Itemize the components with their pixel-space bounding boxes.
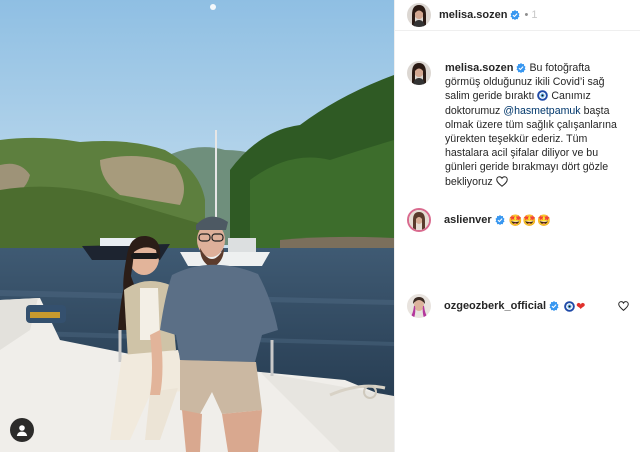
comment-body: aslienver 🤩🤩🤩 (444, 214, 551, 227)
comment-text: ❤ (576, 300, 586, 313)
post-side-panel: melisa.sozen • 1 melisa.sozen Bu fotoğra… (394, 0, 640, 452)
caption-username[interactable]: melisa.sozen (445, 62, 513, 74)
comment-item: ozgeozberk_official ❤ (407, 294, 629, 318)
commenter-username[interactable]: ozgeozberk_official (444, 300, 546, 312)
user-tag-icon[interactable] (10, 418, 34, 442)
heart-outline-icon (495, 175, 508, 187)
follow-button[interactable]: 1 (531, 9, 537, 21)
caption-part-3: başta olmak üzere tüm sağlık çalışanları… (445, 104, 617, 188)
caption-mention-link[interactable]: @hasmetpamuk (503, 105, 580, 117)
post-photo[interactable] (0, 0, 394, 452)
verified-badge-icon (510, 10, 520, 20)
photo-scene (0, 0, 394, 452)
caption-text: melisa.sozen Bu fotoğrafta görmüş olduğu… (445, 61, 628, 189)
verified-badge-icon (495, 215, 505, 225)
like-comment-heart-icon[interactable] (618, 301, 629, 311)
comment-list: melisa.sozen Bu fotoğrafta görmüş olduğu… (395, 61, 640, 318)
author-username[interactable]: melisa.sozen (439, 9, 507, 21)
post-caption: melisa.sozen Bu fotoğrafta görmüş olduğu… (407, 61, 628, 189)
comment-text: 🤩🤩🤩 (508, 214, 552, 227)
author-avatar[interactable] (407, 3, 431, 27)
nazar-eye-icon (537, 90, 549, 102)
caption-author-avatar[interactable] (407, 61, 431, 85)
nazar-eye-icon (564, 300, 575, 312)
verified-badge-icon (549, 301, 559, 311)
commenter-avatar[interactable] (407, 294, 431, 318)
commenter-username[interactable]: aslienver (444, 214, 492, 226)
post-header: melisa.sozen • 1 (395, 0, 640, 31)
separator-dot: • (524, 9, 529, 21)
verified-badge-icon (516, 63, 526, 73)
comment-body: ozgeozberk_official ❤ (444, 300, 586, 313)
commenter-avatar[interactable] (407, 208, 431, 232)
comment-item: aslienver 🤩🤩🤩 (407, 208, 629, 232)
